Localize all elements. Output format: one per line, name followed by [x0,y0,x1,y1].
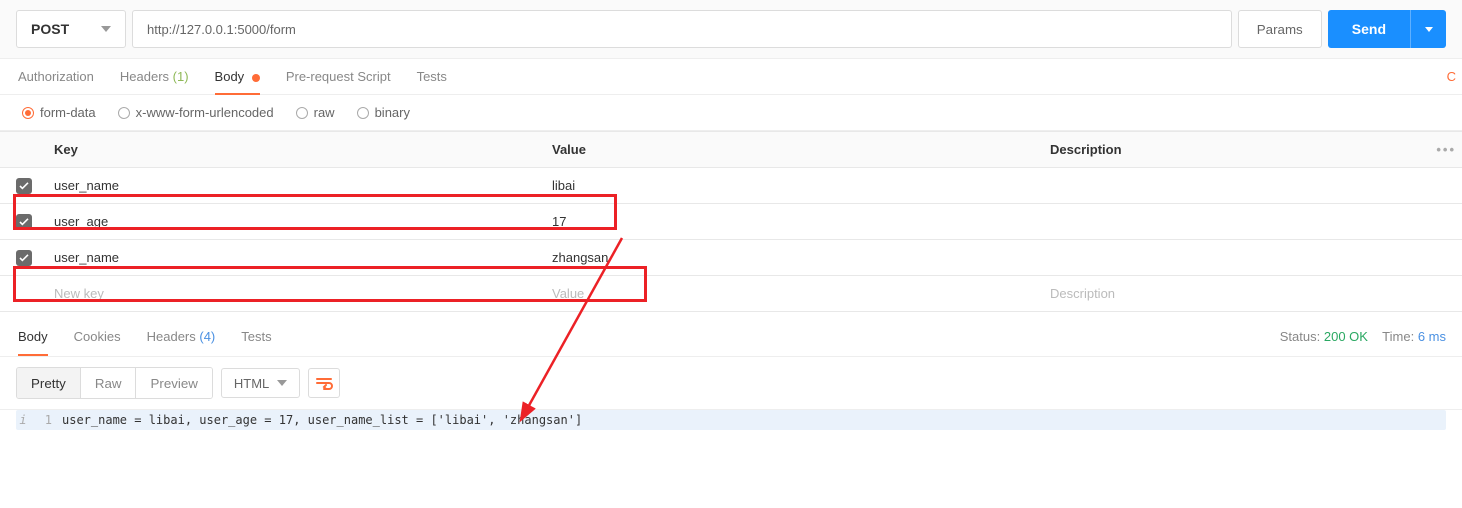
tab-authorization[interactable]: Authorization [18,61,94,92]
resp-tab-headers-count: (4) [199,329,215,344]
kv-desc-input[interactable] [1050,240,1456,275]
response-body-text: user_name = libai, user_age = 17, user_n… [62,413,582,427]
radio-icon [118,107,130,119]
tab-headers-count: (1) [173,69,189,84]
checkbox[interactable] [16,250,32,266]
kv-desc-input[interactable] [1050,204,1456,239]
tab-headers[interactable]: Headers (1) [120,61,189,92]
resp-tab-headers[interactable]: Headers (4) [147,319,216,354]
resp-tab-cookies[interactable]: Cookies [74,319,121,354]
kv-key-input[interactable] [54,168,540,203]
radio-binary-label: binary [375,105,410,120]
chevron-down-icon [1425,27,1433,32]
kv-value-input[interactable] [552,240,1038,275]
radio-binary[interactable]: binary [357,105,410,120]
line-number: 1 [34,413,52,427]
kv-more-icon[interactable]: ••• [1436,142,1456,157]
response-language-value: HTML [234,376,269,391]
radio-form-data[interactable]: form-data [22,105,96,120]
wrap-toggle-button[interactable] [308,368,340,398]
send-dropdown-button[interactable] [1410,10,1446,48]
chevron-down-icon [101,26,111,32]
resp-tab-tests[interactable]: Tests [241,319,271,354]
tab-pre-request[interactable]: Pre-request Script [286,61,391,92]
http-method-select[interactable]: POST [16,10,126,48]
kv-key-input[interactable] [54,276,540,311]
radio-icon [357,107,369,119]
tab-body-label: Body [215,69,245,84]
checkbox[interactable] [16,214,32,230]
kv-row-new [0,276,1462,312]
wrap-icon [315,376,333,390]
kv-value-input[interactable] [552,276,1038,311]
kv-value-input[interactable] [552,168,1038,203]
checkbox[interactable] [16,178,32,194]
info-icon: i [16,413,30,427]
kv-header-row: Key Value Description ••• [0,132,1462,168]
response-status: Status: 200 OK Time: 6 ms [1280,329,1446,344]
cookies-link[interactable]: C [1447,69,1456,84]
view-mode-segment: Pretty Raw Preview [16,367,213,399]
radio-urlencoded[interactable]: x-www-form-urlencoded [118,105,274,120]
view-raw-button[interactable]: Raw [81,368,137,398]
kv-desc-input[interactable] [1050,168,1456,203]
kv-key-input[interactable] [54,204,540,239]
url-input[interactable] [132,10,1232,48]
kv-header-desc: Description [1044,132,1462,167]
unsaved-dot-icon [252,74,260,82]
time-label: Time: [1382,329,1414,344]
tab-body[interactable]: Body [215,61,260,92]
kv-header-key: Key [48,132,546,167]
tab-tests[interactable]: Tests [417,61,447,92]
radio-raw-label: raw [314,105,335,120]
tab-headers-label: Headers [120,69,169,84]
status-value: 200 OK [1324,329,1368,344]
radio-raw[interactable]: raw [296,105,335,120]
resp-tab-headers-label: Headers [147,329,196,344]
kv-row [0,204,1462,240]
kv-value-input[interactable] [552,204,1038,239]
response-body-line: i 1 user_name = libai, user_age = 17, us… [16,410,1446,430]
send-button[interactable]: Send [1328,10,1410,48]
view-preview-button[interactable]: Preview [136,368,211,398]
radio-icon [22,107,34,119]
kv-key-input[interactable] [54,240,540,275]
radio-form-data-label: form-data [40,105,96,120]
status-label: Status: [1280,329,1320,344]
radio-icon [296,107,308,119]
view-pretty-button[interactable]: Pretty [17,368,81,398]
params-button[interactable]: Params [1238,10,1322,48]
http-method-value: POST [31,21,69,37]
resp-tab-body[interactable]: Body [18,319,48,354]
response-language-select[interactable]: HTML [221,368,300,398]
kv-row [0,240,1462,276]
radio-urlencoded-label: x-www-form-urlencoded [136,105,274,120]
time-value: 6 ms [1418,329,1446,344]
kv-desc-input[interactable] [1050,276,1456,311]
kv-row [0,168,1462,204]
chevron-down-icon [277,380,287,386]
kv-header-value: Value [546,132,1044,167]
